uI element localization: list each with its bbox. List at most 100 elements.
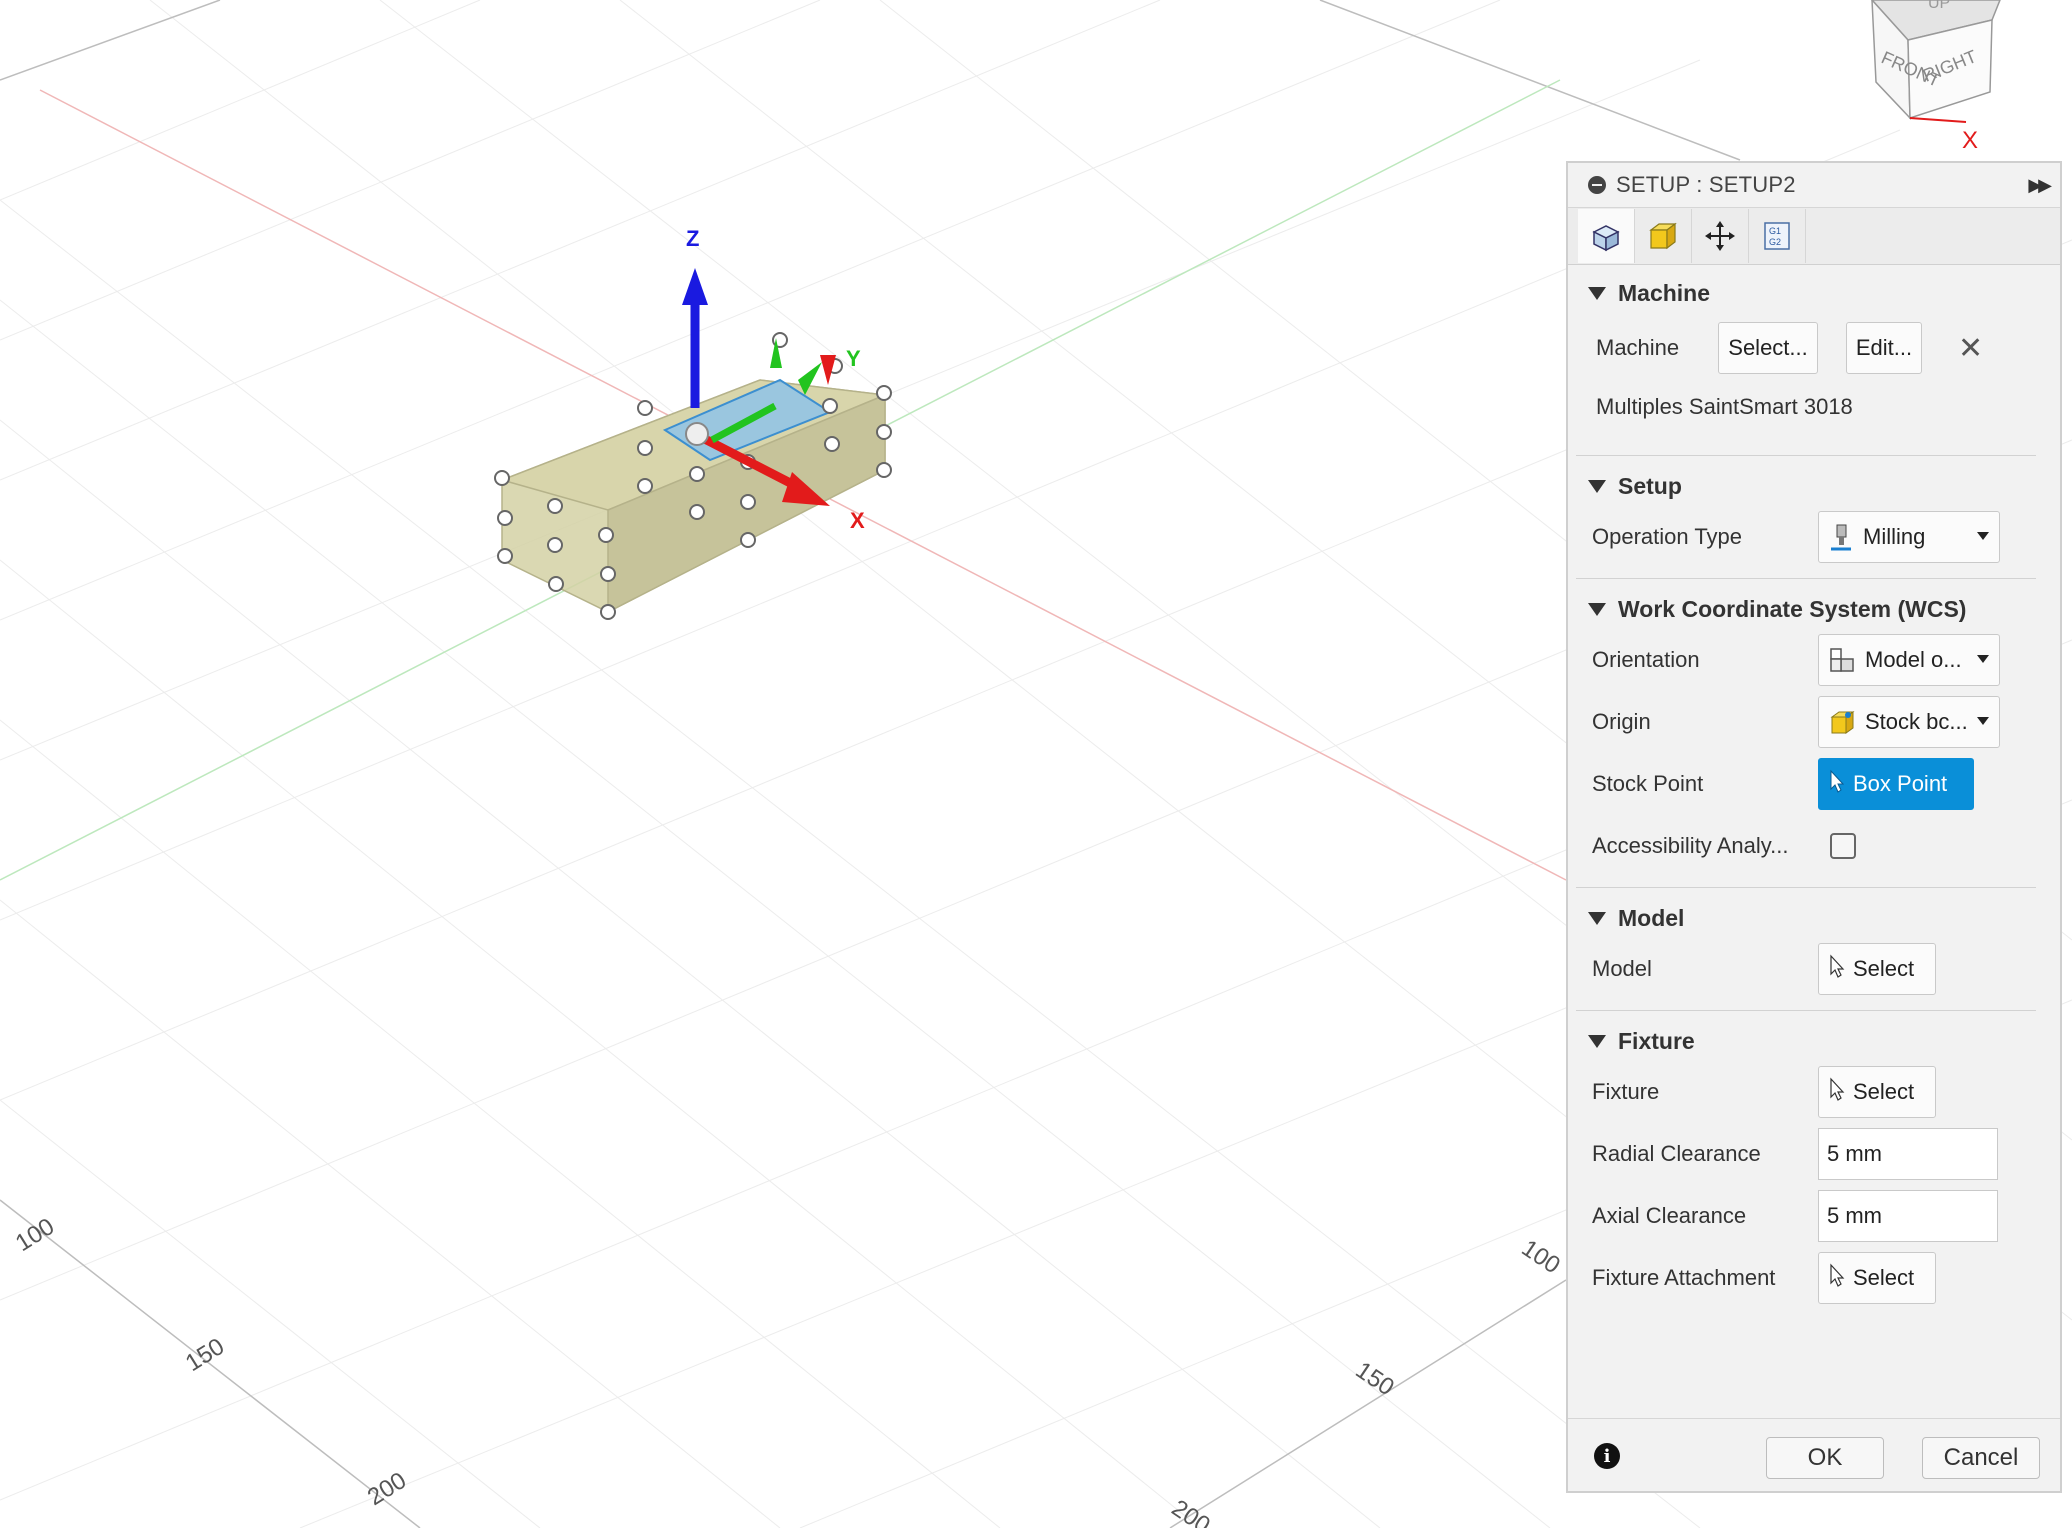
clear-machine-icon[interactable]: ✕ [1958, 331, 1983, 366]
chevron-down-icon [1977, 532, 1989, 540]
expand-icon[interactable]: ▶▶ [2028, 175, 2052, 196]
model-select-button[interactable]: Select [1818, 943, 1936, 995]
box-point-label: Box Point [1853, 771, 1948, 796]
origin-dropdown[interactable]: Stock bc... [1818, 696, 2000, 748]
orientation-label: Orientation [1592, 647, 1700, 672]
tab-post-process[interactable] [1692, 209, 1749, 263]
setup-panel: SETUP : SETUP2 ▶▶ G1 G2 Machine Machine … [1566, 161, 2062, 1493]
orientation-value: Model o... [1865, 647, 1962, 672]
stock-box-icon [1830, 711, 1855, 734]
move-arrows-icon [1705, 221, 1735, 251]
accessibility-checkbox[interactable] [1830, 833, 1856, 859]
divider [1576, 1010, 2036, 1011]
axial-clearance-input[interactable]: 5 mm [1818, 1190, 1998, 1242]
operation-type-row: Operation Type Milling [1568, 506, 2060, 568]
fixture-label: Fixture [1592, 1079, 1660, 1104]
tab-stock[interactable] [1635, 209, 1692, 263]
panel-title: SETUP : SETUP2 [1616, 172, 1796, 197]
collapse-triangle-icon [1588, 911, 1606, 925]
stock-point-row: Stock Point Box Point [1568, 753, 2060, 815]
ruler-left-100: 100 [11, 1213, 59, 1257]
fixture-attachment-select-button[interactable]: Select [1818, 1252, 1936, 1304]
model-section-title: Model [1618, 904, 1685, 931]
divider [1576, 455, 2036, 456]
chevron-down-icon [1977, 717, 1989, 725]
axial-clearance-label: Axial Clearance [1592, 1203, 1747, 1228]
viewcube-x-axis: X [1962, 127, 1978, 150]
ruler-right-100: 100 [1517, 1235, 1565, 1280]
origin-label: Origin [1592, 709, 1651, 734]
model-section-header[interactable]: Model [1568, 898, 2060, 938]
orientation-row: Orientation Model o... [1568, 629, 2060, 691]
operation-type-label: Operation Type [1592, 524, 1743, 549]
model-label: Model [1592, 956, 1652, 981]
setup-section-title: Setup [1618, 472, 1682, 499]
operation-type-dropdown[interactable]: Milling [1818, 511, 2000, 563]
setup-tabs: G1 G2 [1568, 208, 2060, 265]
fixture-row: Fixture Select [1568, 1061, 2060, 1123]
machine-edit-button[interactable]: Edit... [1846, 322, 1922, 374]
collapse-icon[interactable] [1588, 176, 1606, 194]
fixture-section-header[interactable]: Fixture [1568, 1021, 2060, 1061]
collapse-triangle-icon [1588, 1034, 1606, 1048]
stock-tab-icon [1649, 222, 1677, 250]
cancel-button[interactable]: Cancel [1922, 1437, 2040, 1479]
ruler-left-200: 200 [363, 1467, 411, 1511]
ruler-right-200: 200 [1167, 1495, 1215, 1528]
x-axis-label: X [850, 508, 865, 533]
view-cube[interactable]: UP FRONT RIGHT X [1850, 0, 2040, 150]
stock-point-label: Stock Point [1592, 771, 1704, 796]
ok-button[interactable]: OK [1766, 1437, 1884, 1479]
machine-name-row: Multiples SaintSmart 3018 [1568, 383, 2060, 431]
orientation-icon [1830, 648, 1854, 672]
machine-name: Multiples SaintSmart 3018 [1596, 394, 1853, 419]
divider [1576, 578, 2036, 579]
setup-tab-icon [1592, 225, 1620, 252]
y-axis-label: Y [846, 346, 861, 371]
fixture-attachment-select-label: Select [1853, 1265, 1915, 1290]
info-icon[interactable]: i [1594, 1443, 1620, 1469]
axial-clearance-row: Axial Clearance 5 mm [1568, 1185, 2060, 1247]
model-row: Model Select [1568, 938, 2060, 1000]
radial-clearance-label: Radial Clearance [1592, 1141, 1761, 1166]
panel-footer: i OK Cancel [1568, 1418, 2060, 1491]
accessibility-label: Accessibility Analy... [1592, 833, 1789, 858]
machine-section-header[interactable]: Machine [1568, 273, 2060, 313]
setup-section-header[interactable]: Setup [1568, 466, 2060, 506]
fixture-select-button[interactable]: Select [1818, 1066, 1936, 1118]
viewcube-up: UP [1928, 0, 1950, 12]
fixture-section-title: Fixture [1618, 1027, 1695, 1054]
model-select-label: Select [1853, 956, 1915, 981]
orientation-dropdown[interactable]: Model o... [1818, 634, 2000, 686]
box-point-button[interactable]: Box Point [1818, 758, 1974, 810]
svg-text:G1: G1 [1769, 226, 1781, 236]
divider [1576, 887, 2036, 888]
cursor-arrow-icon [1829, 769, 1845, 799]
machine-select-button[interactable]: Select... [1718, 322, 1818, 374]
fixture-select-label: Select [1853, 1079, 1915, 1104]
fixture-attachment-label: Fixture Attachment [1592, 1265, 1776, 1290]
milling-tool-icon [1831, 524, 1851, 551]
chevron-down-icon [1977, 655, 1989, 663]
gcode-icon: G1 G2 [1764, 222, 1790, 250]
wcs-section-header[interactable]: Work Coordinate System (WCS) [1568, 589, 2060, 629]
machine-row: Machine Select... Edit... ✕ [1568, 313, 2060, 383]
cursor-arrow-icon [1829, 1077, 1845, 1107]
operation-type-value: Milling [1863, 524, 1926, 549]
wcs-section-title: Work Coordinate System (WCS) [1618, 595, 1967, 622]
origin-row: Origin Stock bc... [1568, 691, 2060, 753]
tab-gcode[interactable]: G1 G2 [1749, 209, 1806, 263]
z-axis-label: Z [686, 226, 699, 251]
cursor-arrow-icon [1829, 954, 1845, 984]
machine-section-title: Machine [1618, 279, 1711, 306]
fixture-attachment-row: Fixture Attachment Select [1568, 1247, 2060, 1309]
collapse-triangle-icon [1588, 479, 1606, 493]
machine-label: Machine [1596, 335, 1680, 360]
tab-setup[interactable] [1578, 209, 1635, 263]
svg-text:G2: G2 [1769, 237, 1781, 247]
ruler-right-150: 150 [1351, 1357, 1399, 1402]
collapse-triangle-icon [1588, 602, 1606, 616]
radial-clearance-row: Radial Clearance 5 mm [1568, 1123, 2060, 1185]
cursor-arrow-icon [1829, 1263, 1845, 1293]
radial-clearance-input[interactable]: 5 mm [1818, 1128, 1998, 1180]
